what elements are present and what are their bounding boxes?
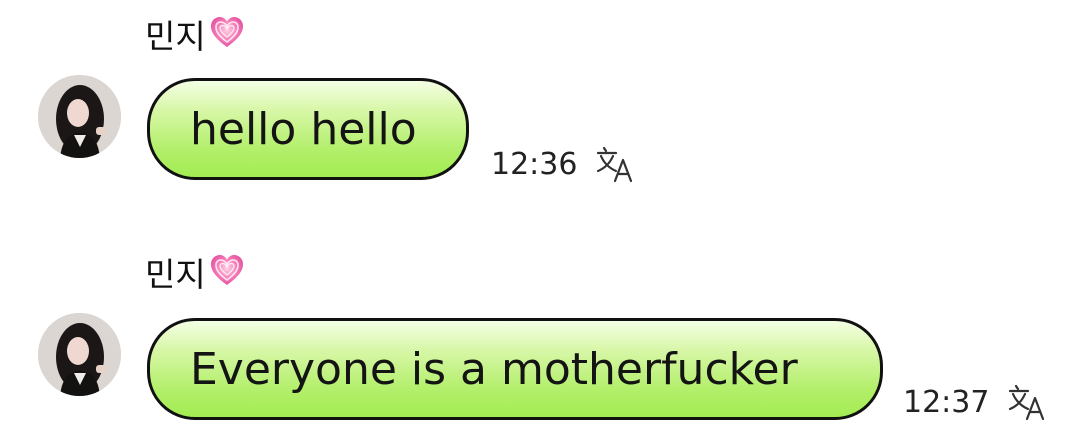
translate-icon[interactable]	[1007, 383, 1047, 421]
message-time: 12:37	[903, 384, 990, 420]
message-bubble[interactable]: hello hello	[147, 78, 469, 180]
message-meta: 12:36	[491, 145, 635, 183]
sender-name[interactable]: 민지	[145, 14, 246, 59]
sender-name-text: 민지	[145, 16, 206, 56]
message-meta: 12:37	[903, 383, 1047, 421]
heart-icon	[208, 252, 246, 297]
translate-icon[interactable]	[595, 145, 635, 183]
sender-name[interactable]: 민지	[145, 252, 246, 297]
avatar[interactable]	[38, 75, 121, 158]
sender-name-text: 민지	[145, 254, 206, 294]
message-text: Everyone is a motherfucker	[190, 343, 798, 395]
heart-icon	[208, 14, 246, 59]
message-text: hello hello	[190, 103, 417, 155]
message-time: 12:36	[491, 146, 578, 182]
message-bubble[interactable]: Everyone is a motherfucker	[147, 318, 883, 420]
avatar[interactable]	[38, 313, 121, 396]
